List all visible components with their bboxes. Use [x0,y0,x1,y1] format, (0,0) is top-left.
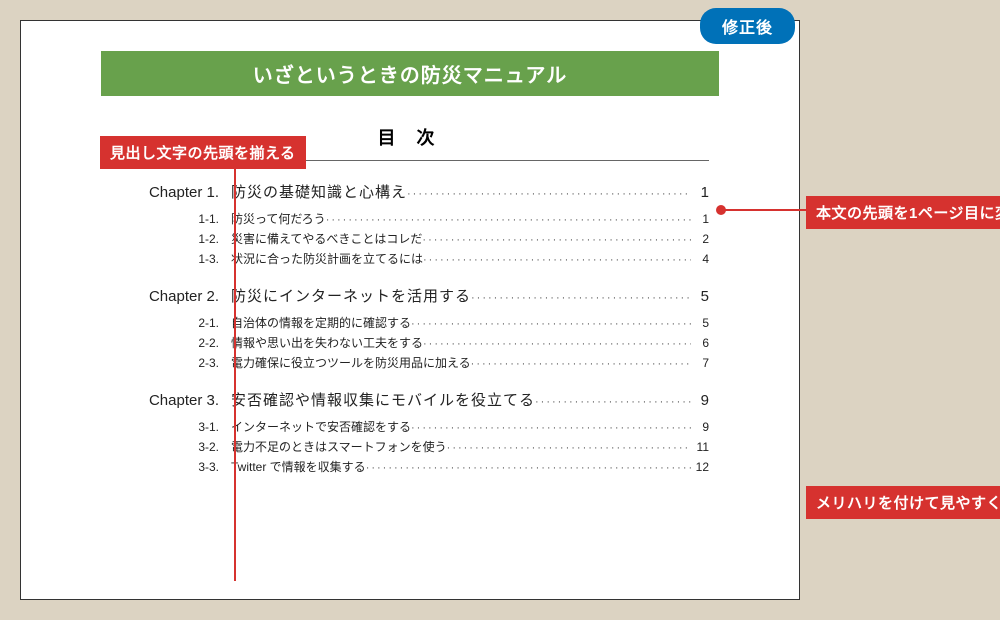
callout-page-one: 本文の先頭を1ページ目に変更 [806,196,1000,229]
item-page: 5 [691,316,709,330]
item-label: 3-1. [111,420,231,434]
item-label: 3-3. [111,460,231,474]
item-title: Twitter で情報を収集する [231,458,366,475]
item-page: 7 [691,356,709,370]
item-label: 2-3. [111,356,231,370]
item-label: 1-1. [111,212,231,226]
item-title: 災害に備えてやるべきことはコレだ [231,230,422,247]
chapter-label: Chapter 3. [111,392,231,409]
item-title: 電力不足のときはスマートフォンを使う [231,438,447,455]
chapter-label: Chapter 2. [111,288,231,305]
item-title: 電力確保に役立つツールを防災用品に加える [231,354,471,371]
chapter-page: 5 [691,288,709,305]
item-page: 1 [691,212,709,226]
item-page: 6 [691,336,709,350]
leader-dots [471,292,691,304]
chapter-page: 1 [691,184,709,201]
item-page: 4 [691,252,709,266]
leader-dots [411,422,691,434]
callout-align-heading: 見出し文字の先頭を揃える [100,136,306,169]
item-page: 2 [691,232,709,246]
leader-dots [423,338,691,350]
item-title: 自治体の情報を定期的に確認する [231,314,411,331]
doc-title-banner: いざというときの防災マニュアル [101,51,719,96]
item-label: 2-1. [111,316,231,330]
item-label: 2-2. [111,336,231,350]
toc-body: Chapter 1.防災の基礎知識と心構え 1 1-1.防災って何だろう 1 1-2.災… [111,181,709,475]
chapter-label: Chapter 1. [111,184,231,201]
document-page: いざというときの防災マニュアル 目 次 Chapter 1.防災の基礎知識と心構… [20,20,800,600]
item-page: 9 [691,420,709,434]
callout-leader [724,209,806,211]
leader-dots [407,188,691,200]
toc-item: 3-1.インターネットで安否確認をする 9 [111,418,709,435]
chapter-title: 防災にインターネットを活用する [231,285,471,306]
item-page: 11 [691,440,709,454]
callout-dot [716,205,726,215]
leader-dots [471,358,691,370]
item-title: 状況に合った防災計画を立てるには [231,250,423,267]
item-label: 1-2. [111,232,231,246]
toc-item: 1-1.防災って何だろう 1 [111,210,709,227]
item-title: 情報や思い出を失わない工夫をする [231,334,423,351]
toc-item: 1-2.災害に備えてやるべきことはコレだ 2 [111,230,709,247]
toc-chapter: Chapter 3.安否確認や情報収集にモバイルを役立てる 9 [111,389,709,410]
leader-dots [447,442,691,454]
item-page: 12 [691,460,709,474]
toc-item: 3-3.Twitter で情報を収集する 12 [111,458,709,475]
leader-dots [326,214,691,226]
leader-dots [535,396,691,408]
leader-dots [422,234,691,246]
toc-chapter: Chapter 2.防災にインターネットを活用する 5 [111,285,709,306]
callout-contrast: メリハリを付けて見やすく [806,486,1000,519]
toc-chapter: Chapter 1.防災の基礎知識と心構え 1 [111,181,709,202]
toc-item: 2-3.電力確保に役立つツールを防災用品に加える 7 [111,354,709,371]
toc-item: 2-1.自治体の情報を定期的に確認する 5 [111,314,709,331]
toc-item: 1-3.状況に合った防災計画を立てるには 4 [111,250,709,267]
leader-dots [423,254,691,266]
chapter-title: 安否確認や情報収集にモバイルを役立てる [231,389,535,410]
alignment-guideline [234,161,236,581]
toc-item: 2-2.情報や思い出を失わない工夫をする 6 [111,334,709,351]
item-title: 防災って何だろう [231,210,326,227]
toc-item: 3-2.電力不足のときはスマートフォンを使う 11 [111,438,709,455]
item-title: インターネットで安否確認をする [231,418,411,435]
chapter-page: 9 [691,392,709,409]
leader-dots [411,318,691,330]
item-label: 1-3. [111,252,231,266]
revision-badge: 修正後 [700,8,795,44]
leader-dots [366,462,691,474]
chapter-title: 防災の基礎知識と心構え [231,181,407,202]
item-label: 3-2. [111,440,231,454]
